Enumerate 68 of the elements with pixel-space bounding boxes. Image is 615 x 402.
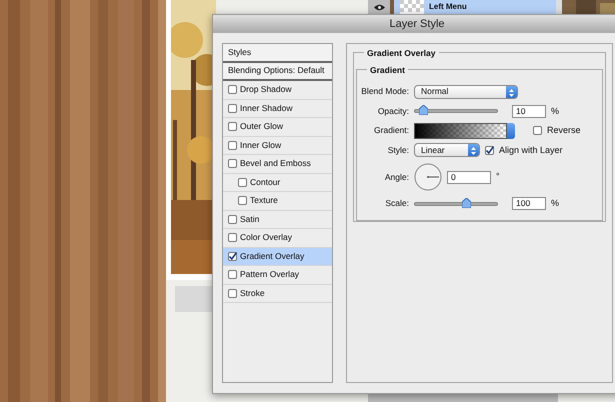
list-header[interactable]: Blending Options: Default (223, 62, 332, 81)
style-list-item[interactable]: Bevel and Emboss (223, 155, 332, 174)
item-label: Drop Shadow (240, 83, 292, 96)
item-label: Stroke (240, 286, 265, 300)
blend-mode-dropdown[interactable]: Normal (414, 84, 518, 99)
number-field[interactable]: 10 (512, 104, 546, 118)
gradient-picker[interactable] (414, 122, 515, 139)
style-list-item[interactable]: Inner Shadow (223, 100, 332, 118)
checkbox[interactable] (228, 159, 237, 168)
checkbox-label: Align with Layer (499, 144, 563, 157)
field-label: Angle: (384, 170, 409, 184)
checkbox[interactable] (228, 85, 237, 94)
style-dropdown[interactable]: Linear (414, 143, 480, 158)
list-header[interactable]: Styles (223, 44, 332, 62)
checkbox[interactable] (485, 146, 494, 155)
window-title: Layer Style (213, 15, 615, 33)
field-label: Style: (386, 144, 409, 157)
item-label: Bevel and Emboss (240, 157, 311, 170)
style-list-item[interactable]: Pattern Overlay (223, 266, 332, 284)
checkbox[interactable] (228, 122, 237, 132)
stepper-icon (468, 145, 479, 157)
slider-thumb[interactable] (462, 198, 471, 208)
panel-background (175, 286, 215, 312)
field-label: Opacity: (376, 104, 409, 118)
eye-icon[interactable] (374, 4, 384, 10)
item-label: Inner Glow (240, 138, 282, 152)
number-field[interactable]: 0 (447, 170, 491, 184)
checkbox[interactable] (533, 126, 542, 136)
style-list-item[interactable]: Texture (223, 192, 332, 210)
field-label: Gradient: (373, 124, 409, 138)
item-label: Gradient Overlay (240, 250, 304, 263)
checkbox[interactable] (228, 270, 237, 280)
section-title: Gradient Overlay (364, 47, 439, 60)
item-label: Pattern Overlay (240, 268, 300, 282)
field-label: Blend Mode: (360, 85, 409, 98)
style-list-item[interactable]: Outer Glow (223, 118, 332, 136)
unit-label: % (551, 104, 560, 118)
layer-row[interactable]: Left Menu (394, 0, 558, 14)
item-label: Color Overlay (240, 231, 292, 244)
style-list-item[interactable]: Contour (223, 174, 332, 192)
style-list-item[interactable]: Gradient Overlay (223, 248, 332, 266)
layer-name: Left Menu (429, 1, 467, 13)
item-label: Satin (240, 212, 260, 226)
checkbox-label: Reverse (547, 124, 581, 137)
checkbox[interactable] (228, 214, 237, 224)
style-list-item[interactable]: Inner Glow (223, 136, 332, 155)
item-label: Contour (250, 176, 280, 189)
item-label: Texture (250, 194, 278, 208)
field-label: Scale: (384, 197, 409, 210)
number-field[interactable]: 100 (512, 197, 546, 210)
checkbox[interactable] (228, 233, 237, 242)
checkbox[interactable] (228, 104, 237, 113)
angle-dial[interactable] (414, 163, 442, 191)
unit-label: % (551, 197, 560, 210)
stepper-icon (506, 86, 517, 98)
item-label: Outer Glow (240, 120, 283, 134)
layer-thumbnail (400, 0, 424, 14)
style-list-item[interactable]: Satin (223, 210, 332, 229)
style-list-item[interactable]: Drop Shadow (223, 81, 332, 100)
checkbox[interactable] (238, 178, 247, 187)
slider-thumb[interactable] (419, 105, 428, 116)
checkbox[interactable] (228, 288, 237, 298)
checkbox[interactable] (228, 252, 237, 261)
style-list-item[interactable]: Stroke (223, 284, 332, 303)
unit-label: ° (496, 170, 500, 184)
item-label: Inner Shadow (240, 102, 292, 115)
checkbox[interactable] (228, 140, 237, 150)
checkbox[interactable] (238, 196, 247, 206)
